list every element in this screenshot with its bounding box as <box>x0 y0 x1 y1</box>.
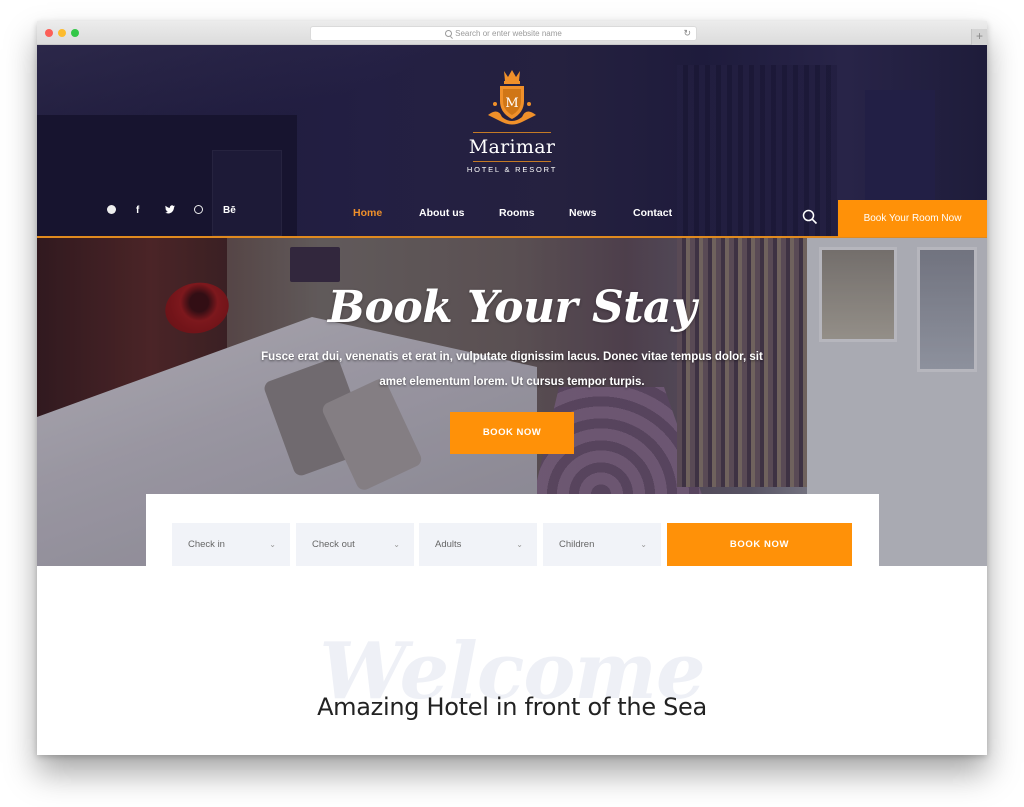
children-select[interactable]: Children ⌄ <box>543 523 661 566</box>
logo[interactable]: M Marimar HOTEL & RESORT <box>465 67 559 174</box>
browser-titlebar: Search or enter website name ↻ + <box>37 21 987 45</box>
check-in-select[interactable]: Check in ⌄ <box>172 523 290 566</box>
hero-description: Fusce erat dui, venenatis et erat in, vu… <box>261 351 763 388</box>
chevron-down-icon: ⌄ <box>640 540 647 549</box>
pinterest-icon[interactable] <box>107 205 136 218</box>
facebook-icon[interactable]: f <box>136 205 165 218</box>
chevron-down-icon: ⌄ <box>269 540 276 549</box>
search-button[interactable] <box>802 209 818 225</box>
nav-news[interactable]: News <box>569 207 633 219</box>
address-bar[interactable]: Search or enter website name ↻ <box>310 26 697 41</box>
bg-door <box>212 150 282 236</box>
check-in-label: Check in <box>188 539 225 550</box>
dribbble-icon[interactable] <box>194 205 223 218</box>
search-icon <box>802 209 818 225</box>
check-out-label: Check out <box>312 539 355 550</box>
svg-text:M: M <box>505 96 518 111</box>
chevron-down-icon: ⌄ <box>393 540 400 549</box>
social-links: f Bē <box>107 205 252 218</box>
address-bar-placeholder: Search or enter website name <box>455 29 562 38</box>
hero-section: M Marimar HOTEL & RESORT f Bē Home About… <box>37 45 987 566</box>
adults-select[interactable]: Adults ⌄ <box>419 523 537 566</box>
nav-about-us[interactable]: About us <box>419 207 499 219</box>
children-label: Children <box>559 539 595 550</box>
adults-label: Adults <box>435 539 462 550</box>
booking-form: Check in ⌄ Check out ⌄ Adults ⌄ Children… <box>146 494 879 567</box>
chevron-down-icon: ⌄ <box>516 540 523 549</box>
brand-tagline: HOTEL & RESORT <box>466 165 558 174</box>
hero-book-now-button[interactable]: BOOK NOW <box>450 412 574 454</box>
brand-name: Marimar <box>468 136 556 158</box>
hero-title: Book Your Stay <box>327 282 697 333</box>
logo-rule <box>473 161 551 162</box>
search-icon <box>445 30 453 37</box>
close-window-button[interactable] <box>45 29 53 37</box>
twitter-icon[interactable] <box>165 205 194 218</box>
nav-contact[interactable]: Contact <box>633 207 672 219</box>
behance-icon[interactable]: Bē <box>223 205 252 218</box>
reload-icon[interactable]: ↻ <box>683 27 691 40</box>
welcome-title: Amazing Hotel in front of the Sea <box>317 693 707 721</box>
logo-rule <box>473 132 551 133</box>
nav-rooms[interactable]: Rooms <box>499 207 569 219</box>
new-tab-button[interactable]: + <box>971 29 987 45</box>
nav-home[interactable]: Home <box>353 207 419 219</box>
browser-window: Search or enter website name ↻ + M Marim… <box>37 21 987 755</box>
maximize-window-button[interactable] <box>71 29 79 37</box>
check-out-select[interactable]: Check out ⌄ <box>296 523 414 566</box>
booking-submit-button[interactable]: BOOK NOW <box>667 523 852 566</box>
minimize-window-button[interactable] <box>58 29 66 37</box>
main-nav: Home About us Rooms News Contact <box>353 207 672 219</box>
crest-icon: M <box>488 70 536 125</box>
book-your-room-button[interactable]: Book Your Room Now <box>838 200 987 237</box>
